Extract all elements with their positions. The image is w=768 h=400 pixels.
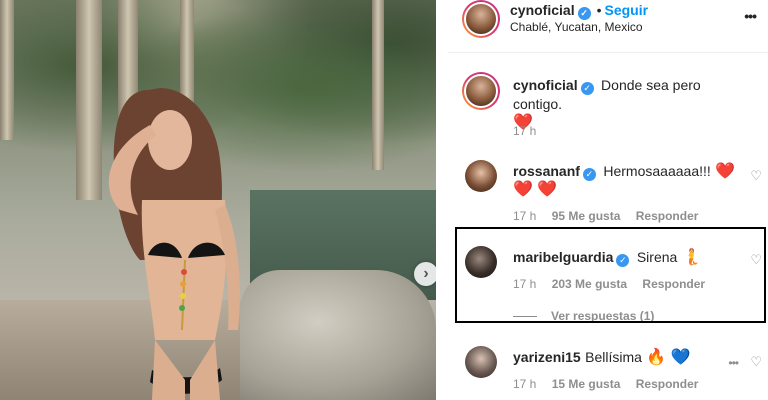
caption-username[interactable]: cynoficial [513, 77, 578, 93]
verified-badge-icon: ✓ [577, 7, 591, 20]
reply-button[interactable]: Responder [642, 277, 705, 291]
post-username[interactable]: cynoficial [510, 2, 575, 18]
avatar[interactable] [462, 72, 500, 110]
comment-item: maribelguardia ✓ Sirena 🧜 ♡ 17 h 203 Me g… [448, 244, 768, 324]
comment-item: yarizeni15 Bellísima 🔥 💙 ••• ♡ 17 h 15 M… [448, 344, 768, 400]
comment-text: Bellísima [585, 349, 642, 365]
heart-outline-icon[interactable]: ♡ [750, 168, 762, 184]
heart-outline-icon[interactable]: ♡ [750, 252, 762, 268]
post-location[interactable]: Chablé, Yucatan, Mexico [510, 20, 643, 34]
separator-dot: • [596, 2, 602, 18]
chevron-right-icon[interactable]: › [414, 262, 436, 286]
comment-emoji: ❤️ [715, 163, 736, 180]
comment-text: Hermosaaaaaa!!! [603, 163, 711, 179]
avatar[interactable] [465, 160, 497, 192]
tree-trunk [0, 0, 14, 140]
replies-line [513, 316, 537, 318]
comment-likes[interactable]: 203 Me gusta [552, 277, 627, 291]
comment-likes[interactable]: 95 Me gusta [552, 209, 621, 223]
more-options-icon[interactable]: ••• [744, 8, 757, 24]
reply-button[interactable]: Responder [636, 209, 699, 223]
comment-username[interactable]: maribelguardia [513, 249, 613, 265]
post-header: cynoficial ✓ • Seguir Chablé, Yucatan, Mexi… [448, 0, 768, 53]
comment-item: rossananf ✓ Hermosaaaaaa!!! ❤️ ❤️ ❤️ ♡ 17… [448, 158, 768, 228]
caption-time: 17 h [513, 124, 537, 138]
caption: cynoficial ✓ Donde sea pero contigo. ❤️ 1… [448, 68, 768, 148]
follow-button[interactable]: Seguir [605, 2, 649, 18]
woman-figure [108, 88, 240, 400]
comment-time: 17 h [513, 209, 537, 223]
view-replies-button[interactable]: Ver respuestas (1) [513, 309, 654, 323]
comment-username[interactable]: yarizeni15 [513, 349, 581, 365]
comment-username[interactable]: rossananf [513, 163, 580, 179]
comment-emoji: 🧜 [681, 249, 702, 266]
comment-time: 17 h [513, 277, 537, 291]
comments-panel: cynoficial ✓ • Seguir Chablé, Yucatan, Mexi… [448, 0, 768, 400]
heart-outline-icon[interactable]: ♡ [750, 354, 762, 370]
verified-badge-icon: ✓ [580, 82, 594, 95]
view-replies-label[interactable]: Ver respuestas (1) [551, 309, 654, 323]
avatar[interactable] [465, 346, 497, 378]
comment-likes[interactable]: 15 Me gusta [552, 377, 621, 391]
post-photo[interactable]: › [0, 0, 436, 400]
comment-text: Sirena [636, 249, 678, 265]
verified-badge-icon: ✓ [582, 168, 596, 181]
avatar[interactable] [465, 246, 497, 278]
more-options-icon[interactable]: ••• [728, 356, 739, 370]
avatar[interactable] [462, 0, 500, 38]
tree-trunk [372, 0, 384, 170]
comment-time: 17 h [513, 377, 537, 391]
comment-emoji: ❤️ ❤️ [513, 181, 558, 198]
comment-emoji: 🔥 💙 [646, 349, 691, 366]
verified-badge-icon: ✓ [616, 254, 630, 267]
reply-button[interactable]: Responder [636, 377, 699, 391]
